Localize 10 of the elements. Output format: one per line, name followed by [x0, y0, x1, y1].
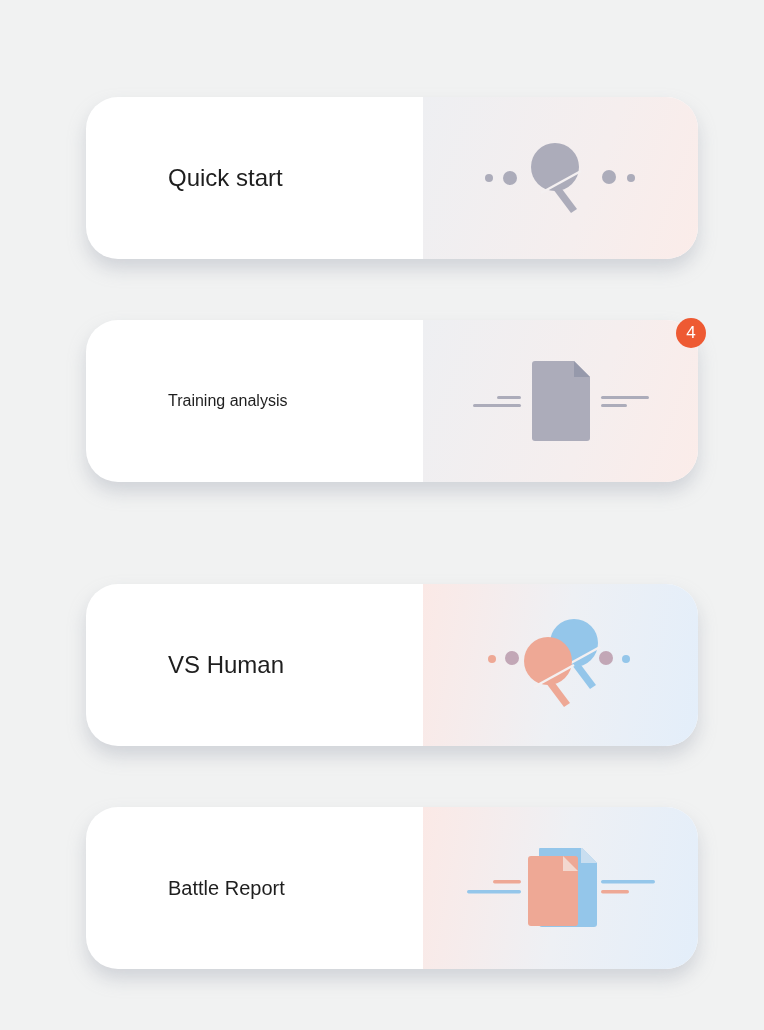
card-title: Battle Report: [168, 876, 285, 900]
menu-card[interactable]: Battle Report: [86, 807, 698, 969]
document-icon: [472, 360, 649, 442]
menu-card[interactable]: VS Human: [86, 584, 698, 746]
documents-icon: [466, 848, 655, 928]
card-title: VS Human: [168, 651, 285, 679]
card-title: Quick start: [168, 164, 283, 192]
notification-badge: 4: [676, 318, 706, 348]
card-title: Training analysis: [168, 392, 288, 410]
menu-card[interactable]: Quick start: [86, 97, 698, 259]
